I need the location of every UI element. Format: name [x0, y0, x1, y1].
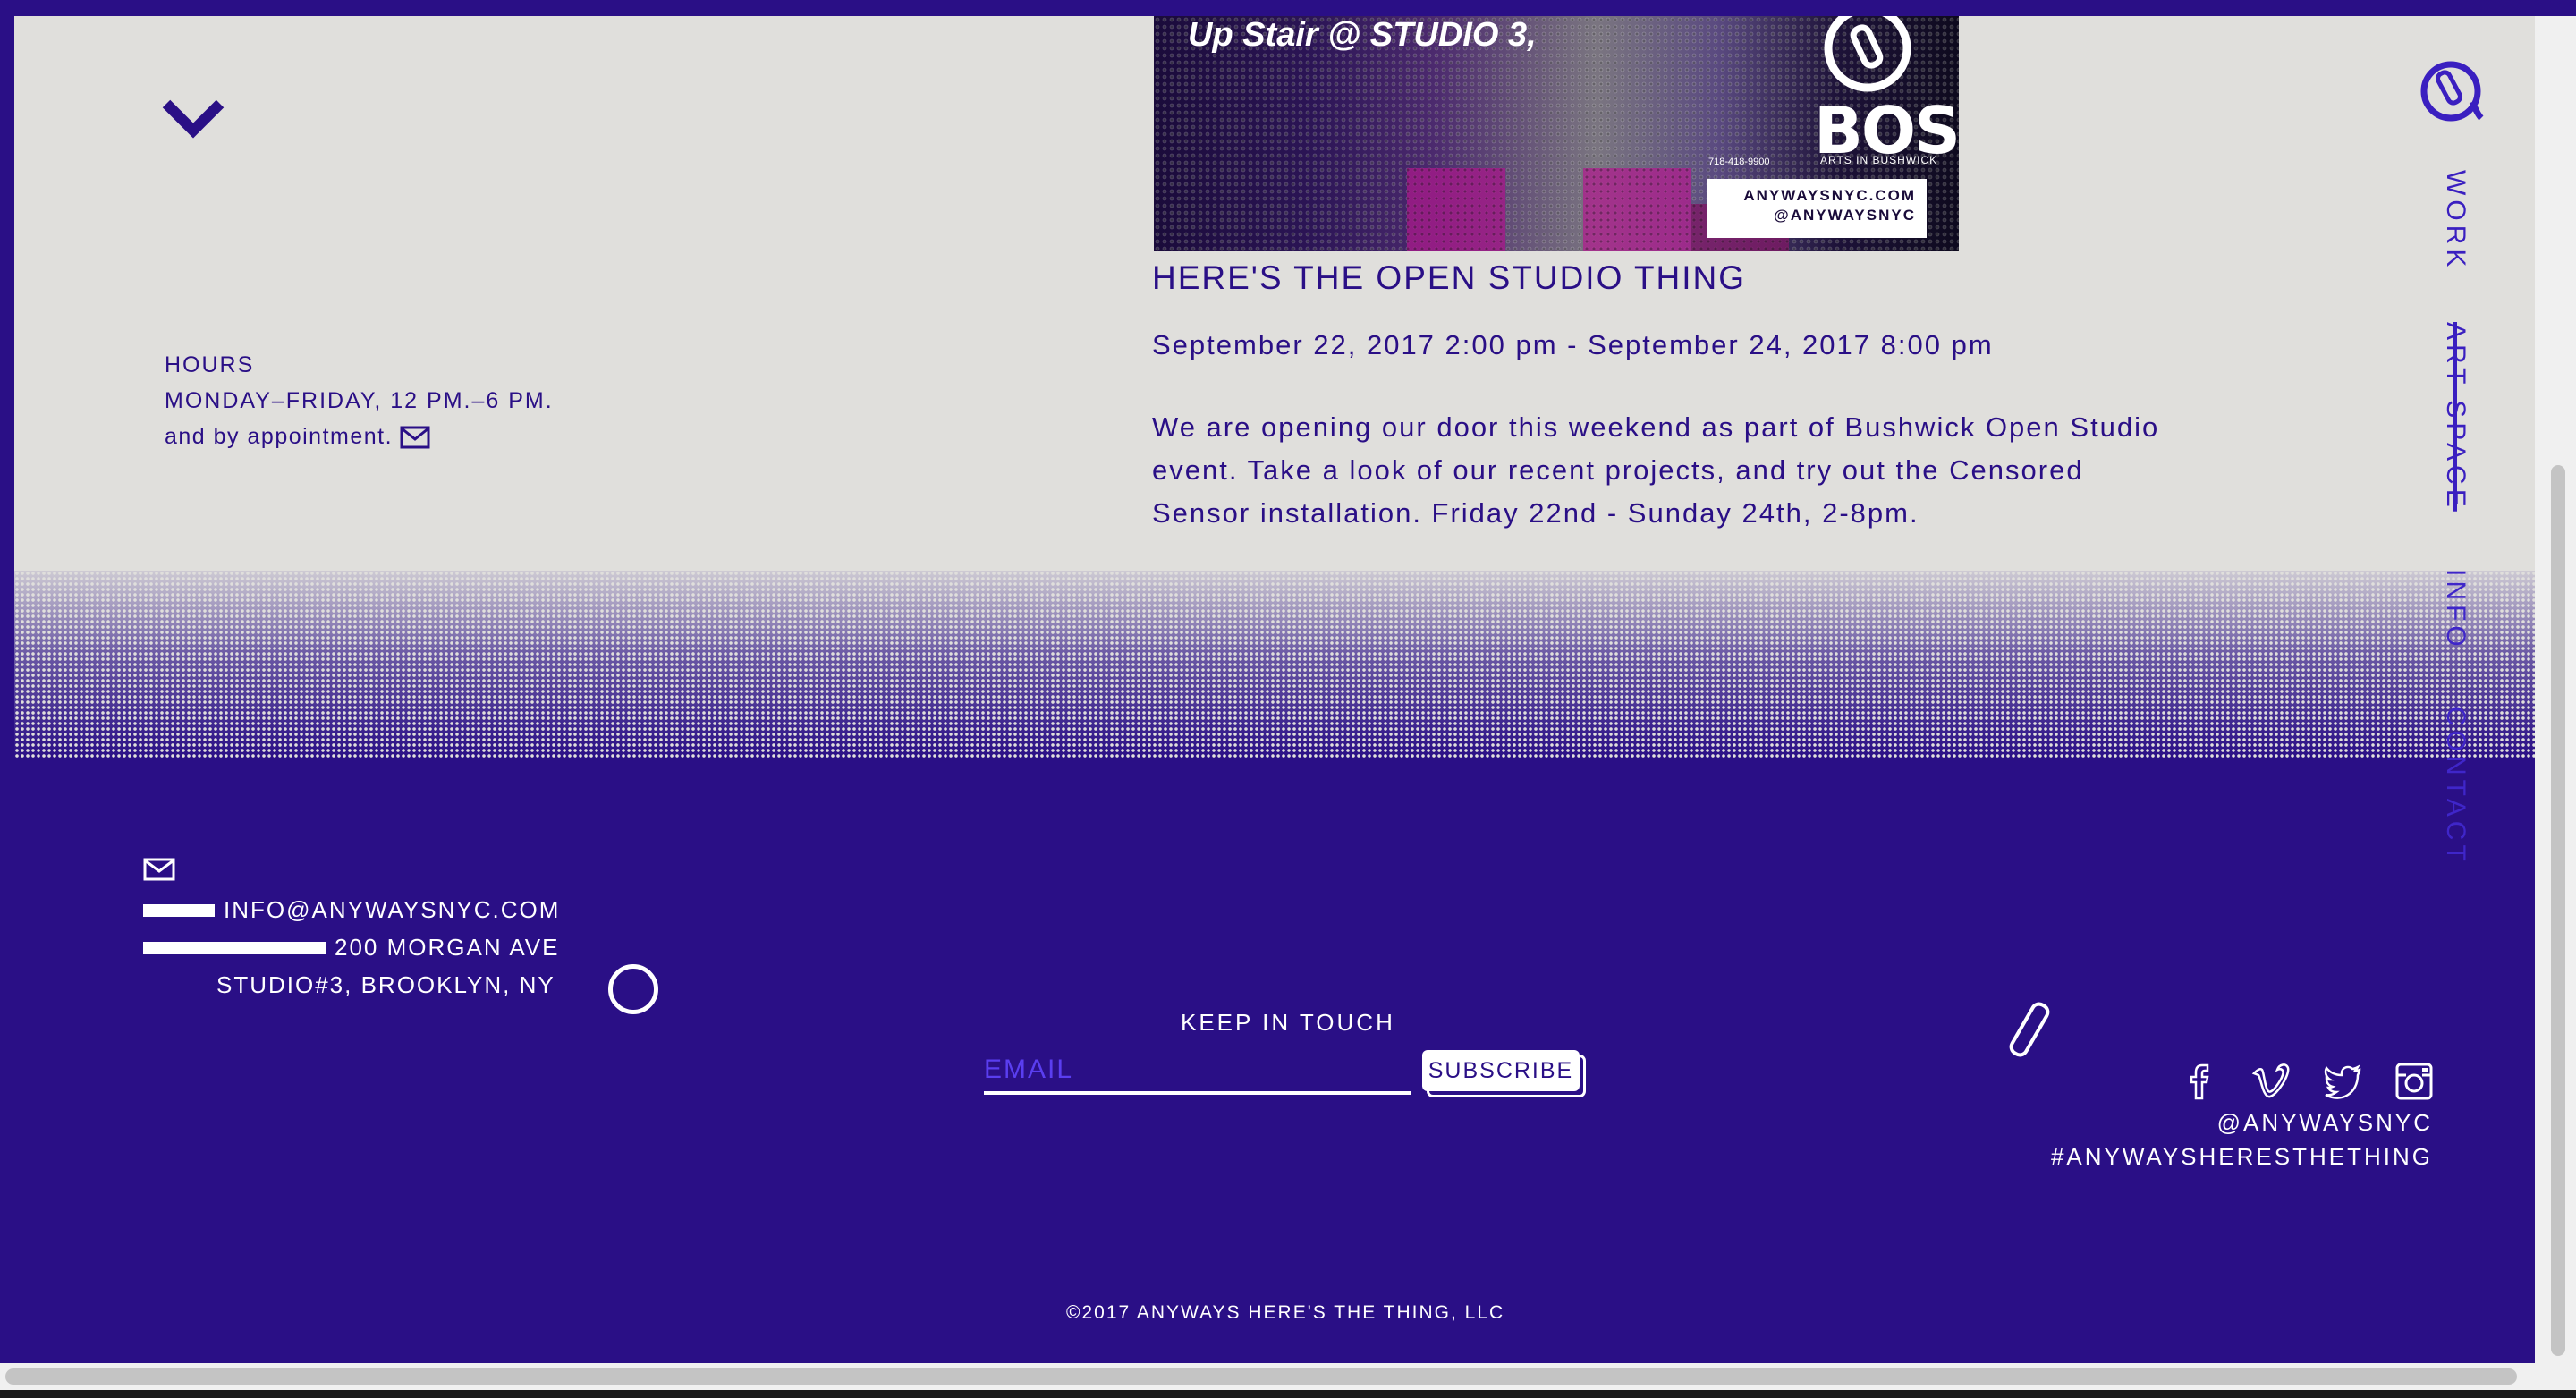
instagram-icon[interactable]	[2394, 1061, 2435, 1102]
event-poster-image[interactable]: Up Stair @ STUDIO 3, BOS 718-418-9900 AR…	[1154, 16, 1959, 251]
hours-heading: HOURS	[165, 352, 255, 377]
poster-arts: ARTS IN BUSHWICK	[1820, 154, 1938, 166]
nav-art-space[interactable]: ART SPACE	[2440, 322, 2470, 512]
nav-info[interactable]: INFO	[2440, 569, 2470, 651]
newsletter-heading: KEEP IN TOUCH	[1181, 1009, 1395, 1036]
vimeo-icon[interactable]	[2250, 1061, 2292, 1102]
event-title[interactable]: HERE'S THE OPEN STUDIO THING	[1152, 259, 1746, 297]
hours-appointment-line: and by appointment.	[165, 419, 554, 454]
subscribe-button[interactable]: SUBSCRIBE	[1422, 1050, 1580, 1091]
contact-address-line2: STUDIO#3, BROOKLYN, NY	[216, 971, 555, 998]
dither-fade	[14, 571, 2535, 758]
nav-contact[interactable]: CONTACT	[2440, 707, 2470, 866]
decorative-bar	[143, 942, 326, 954]
social-handle[interactable]: @ANYWAYSNYC	[2217, 1109, 2433, 1137]
window-bottom-edge	[0, 1390, 2576, 1398]
email-field[interactable]	[984, 1048, 1411, 1095]
poster-logo-icon	[1824, 16, 1911, 92]
hours-days: MONDAY–FRIDAY, 12 PM.–6 PM.	[165, 388, 554, 413]
poster-handle: @ANYWAYSNYC	[1774, 207, 1916, 224]
top-border	[0, 0, 2576, 16]
dither-transition	[14, 571, 2535, 758]
event-description: We are opening our door this weekend as …	[1152, 411, 2160, 529]
contact-email-link[interactable]: INFO@ANYWAYSNYC.COM	[224, 896, 560, 924]
poster-site: ANYWAYSNYC.COM	[1743, 187, 1916, 204]
event-date: September 22, 2017 2:00 pm - September 2…	[1152, 329, 1994, 360]
social-hashtag[interactable]: #ANYWAYSHERESTHETHING	[2051, 1143, 2433, 1171]
hours-appointment: and by appointment.	[165, 424, 394, 449]
copyright: ©2017 ANYWAYS HERE'S THE THING, LLC	[1066, 1302, 1505, 1323]
poster-headline: Up Stair @ STUDIO 3,	[1188, 16, 1537, 54]
poster-card: ANYWAYSNYC.COM @ANYWAYSNYC	[1707, 179, 1927, 238]
decorative-circle	[608, 964, 658, 1014]
anyways-logo-icon[interactable]	[2419, 59, 2485, 125]
decorative-bar	[143, 904, 215, 917]
nav-work[interactable]: WORK	[2440, 170, 2470, 271]
chevron-down-icon[interactable]	[161, 97, 225, 140]
twitter-icon[interactable]	[2322, 1061, 2363, 1102]
mail-icon[interactable]	[400, 426, 430, 449]
vertical-scrollbar-thumb[interactable]	[2551, 465, 2565, 1356]
mail-icon[interactable]	[143, 857, 175, 882]
poster-phone: 718-418-9900	[1708, 157, 1770, 167]
hours-block: HOURS MONDAY–FRIDAY, 12 PM.–6 PM. and by…	[165, 347, 554, 454]
horizontal-scrollbar-thumb[interactable]	[5, 1368, 2517, 1385]
contact-address-line1: 200 MORGAN AVE	[335, 934, 560, 961]
facebook-icon[interactable]	[2179, 1061, 2220, 1102]
